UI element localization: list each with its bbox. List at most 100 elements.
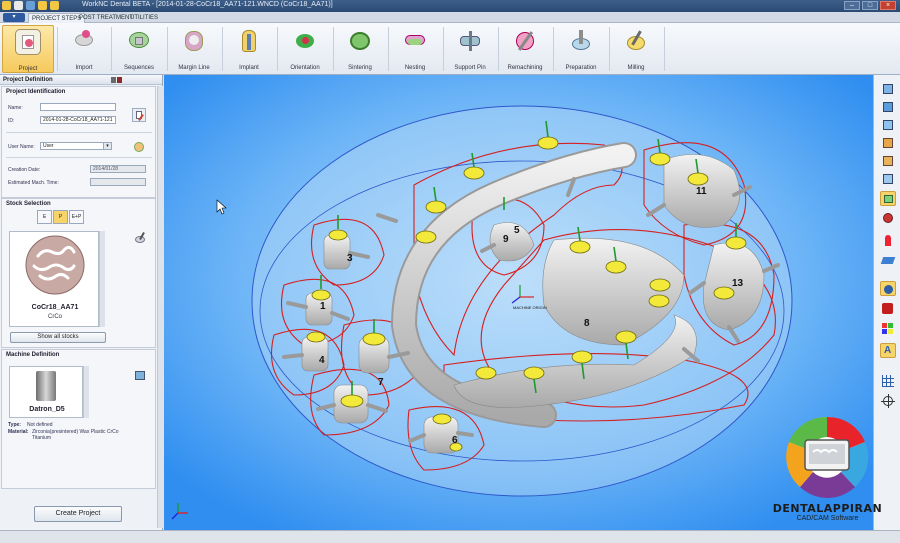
ribbon-label: Import [75,65,93,71]
ribbon-button-sintering[interactable]: Sintering [334,25,386,73]
selection-tool-icon[interactable] [880,281,896,296]
ribbon-button-nesting[interactable]: Nesting [389,25,441,73]
title-bar: WorkNC Dental BETA - [2014-01-28-CoCr18_… [0,0,900,12]
user-name-label: User Name: [8,144,35,150]
stop-icon[interactable] [880,301,896,316]
sequences-icon [126,28,152,54]
preparation-icon [568,28,594,54]
ribbon-button-sequences[interactable]: Sequences [113,25,165,73]
close-button[interactable]: × [880,1,896,10]
tab-utilities[interactable]: UTILITIES [127,13,161,23]
part-label-5: 5 [514,225,520,236]
support-pin-icon [457,28,483,54]
user-name-select[interactable]: User ▾ [40,142,112,150]
panel-title: Project Definition [0,75,162,85]
ribbon-button-milling[interactable]: Milling [610,25,662,73]
crosshair-icon[interactable] [880,393,896,408]
material-label: Material: [8,429,29,435]
palette-icon[interactable] [880,321,896,336]
part-label-7: 7 [378,377,384,388]
show-all-stocks-button[interactable]: Show all stocks [10,332,106,343]
ribbon-label: Support Pin [454,65,486,71]
window-title: WorkNC Dental BETA - [2014-01-28-CoCr18_… [82,1,333,8]
minimize-button[interactable]: – [844,1,860,10]
brand-subtitle: CAD/CAM Software [796,515,859,522]
stock-settings-icon[interactable] [133,231,147,245]
id-field[interactable] [40,116,116,124]
pin-icon[interactable] [117,77,122,83]
shading-mode-icon[interactable] [880,191,896,206]
ribbon-button-preparation[interactable]: Preparation [555,25,607,73]
part-label-4: 4 [319,355,325,366]
application-menu-button[interactable]: ▾ [3,13,25,22]
machine-settings-icon[interactable] [133,368,147,382]
ribbon-label: Nesting [404,65,426,71]
ribbon: Project Import Sequences Margin Line Imp… [0,23,900,75]
part-label-8: 8 [584,318,590,329]
ribbon-button-support-pin[interactable]: Support Pin [444,25,496,73]
ribbon-label: Project [18,66,38,72]
new-icon[interactable] [14,1,23,10]
section-header: Stock Selection [6,201,51,207]
view-right-icon[interactable] [880,153,896,168]
panel-scrollbar[interactable] [157,86,163,528]
ribbon-label: Margin Line [178,65,210,71]
open-icon[interactable] [2,1,11,10]
estimated-time-label: Estimated Mach. Time: [8,180,59,186]
view-back-icon[interactable] [880,171,896,186]
brand-logo: DENTALAPPIRAN CAD/CAM Software [765,412,890,526]
origin-label: MACHINE ORIGIN [513,305,547,310]
stock-card[interactable]: CoCr18_AA71 CrCo [9,231,99,327]
grid-icon[interactable] [880,373,896,388]
name-field[interactable] [40,103,116,111]
save-icon[interactable] [26,1,35,10]
ribbon-button-remachining[interactable]: Remachining [499,25,551,73]
render-sphere-icon[interactable] [880,211,896,226]
stock-scrollbar[interactable] [99,231,105,327]
creation-date-label: Creation Date: [8,167,41,173]
part-label-13: 13 [732,278,744,289]
create-project-button[interactable]: Create Project [34,506,122,522]
ribbon-button-project[interactable]: Project [2,25,54,73]
milling-icon [623,28,649,54]
edit-identification-icon[interactable] [132,108,146,122]
redo-icon[interactable] [50,1,59,10]
user-settings-icon[interactable] [132,139,146,153]
part-label-11: 11 [696,186,707,197]
section-header: Machine Definition [6,352,60,358]
implant-icon [236,28,262,54]
lock-icon[interactable] [111,77,116,83]
nesting-icon [402,28,428,54]
view-iso-icon[interactable] [880,117,896,132]
type-value: Not defined [27,422,53,428]
material-value: Zirconia(presintered) Wax Plastic CrCo T… [32,429,119,441]
name-label: Name: [8,105,23,111]
ribbon-button-import[interactable]: Import [58,25,110,73]
machine-scrollbar[interactable] [83,366,89,418]
text-annotation-icon[interactable]: A [880,343,896,358]
machine-card[interactable]: Datron_D5 [9,366,83,418]
project-definition-panel: Project Definition Project Identificatio… [0,75,163,530]
ribbon-button-margin-line[interactable]: Margin Line [168,25,220,73]
maximize-button[interactable]: □ [862,1,878,10]
view-front-icon[interactable] [880,99,896,114]
ribbon-label: Sequences [123,65,155,71]
filter-p-button[interactable]: P [53,210,68,224]
color-picker-icon[interactable] [880,233,896,248]
margin-line-icon [181,28,207,54]
chevron-down-icon: ▾ [103,143,111,149]
machine-name: Datron_D5 [29,406,65,413]
stock-disc-thumbnail [25,235,85,295]
filter-e-button[interactable]: E [37,210,52,224]
dentalappiran-logo-icon [786,416,869,498]
part-label-9: 9 [503,234,509,245]
ribbon-button-implant[interactable]: Implant [223,25,275,73]
view-top-icon[interactable] [880,81,896,96]
plane-icon[interactable] [880,253,896,268]
undo-icon[interactable] [38,1,47,10]
clipboard-icon [15,29,41,55]
view-left-icon[interactable] [880,135,896,150]
ribbon-button-orientation[interactable]: Orientation [279,25,331,73]
filter-ep-button[interactable]: E+P [69,210,84,224]
stock-material: CrCo [47,314,62,320]
